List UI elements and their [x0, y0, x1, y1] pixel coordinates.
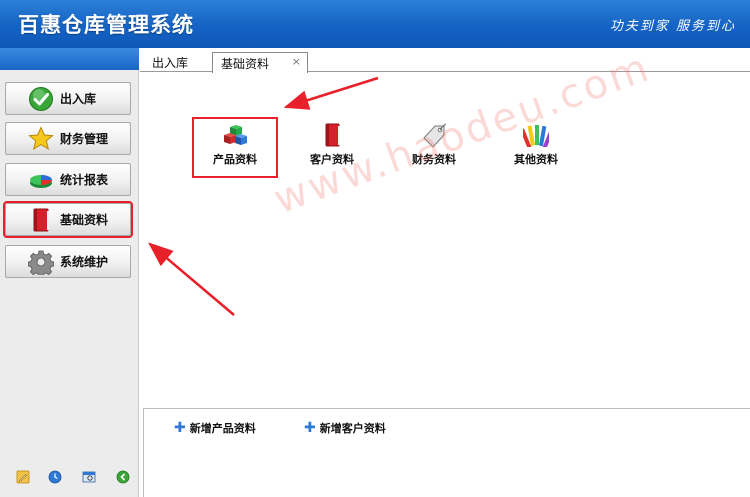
header-slogan: 功夫到家 服务到心 — [609, 19, 736, 34]
edit-icon[interactable] — [16, 470, 30, 484]
sidebar-item-label: 基础资料 — [60, 213, 109, 227]
tab-label: 出入库 — [152, 55, 189, 70]
tab-basic-data[interactable]: 基础资料 × — [212, 52, 308, 73]
module-other-data[interactable]: 其他资料 — [498, 123, 574, 173]
module-finance-data[interactable]: 财务资料 — [396, 123, 472, 173]
quick-action-label: 新增客户资料 — [319, 422, 386, 435]
sidebar-item-label: 系统维护 — [60, 255, 109, 269]
module-product-data[interactable]: 产品资料 — [192, 117, 278, 178]
sidebar-item-system[interactable]: 系统维护 — [5, 245, 131, 278]
sidebar-item-label: 财务管理 — [60, 132, 109, 146]
cubes-icon — [224, 125, 247, 145]
sidebar-bottom-toolbar — [0, 470, 139, 490]
sidebar-item-basic-data[interactable]: 基础资料 — [3, 201, 133, 238]
module-label: 产品资料 — [213, 153, 257, 166]
red-book-icon — [325, 123, 340, 147]
sidebar-header-bar — [0, 48, 139, 70]
quick-action-label: 新增产品资料 — [189, 422, 256, 435]
tab-bar: 出入库 基础资料 × — [140, 48, 750, 73]
sidebar-item-inout[interactable]: 出入库 — [5, 82, 131, 115]
color-palette-icon — [523, 125, 549, 147]
add-product-button[interactable]: ✚ 新增产品资料 — [174, 420, 256, 436]
pie-chart-icon — [30, 174, 52, 188]
module-label: 其他资料 — [514, 153, 558, 166]
tab-close-icon[interactable]: × — [292, 55, 301, 68]
tab-inout[interactable]: 出入库 — [152, 52, 188, 72]
sidebar-item-finance[interactable]: 财务管理 — [5, 122, 131, 155]
tab-label: 基础资料 — [221, 56, 270, 71]
module-label: 财务资料 — [412, 153, 456, 166]
plus-icon: ✚ — [304, 420, 316, 436]
main-content: 产品资料 客户资料 财务资料 其他资料 — [140, 73, 750, 407]
plus-icon: ✚ — [174, 420, 186, 436]
add-customer-button[interactable]: ✚ 新增客户资料 — [304, 420, 386, 436]
quick-actions-panel: ✚ 新增产品资料 ✚ 新增客户资料 — [143, 408, 750, 497]
module-customer-data[interactable]: 客户资料 — [294, 123, 370, 173]
sidebar-item-label: 出入库 — [60, 92, 97, 106]
sidebar-item-reports[interactable]: 统计报表 — [5, 163, 131, 196]
module-label: 客户资料 — [310, 153, 354, 166]
exit-icon[interactable] — [116, 470, 130, 484]
sidebar: 出入库 财务管理 统计报表 基础资料 系统维护 — [0, 48, 139, 497]
window-icon[interactable] — [82, 470, 96, 484]
app-window: 百惠仓库管理系统 功夫到家 服务到心 出入库 财务管理 统计报表 基础资料 系统… — [0, 0, 750, 497]
header-bar: 百惠仓库管理系统 功夫到家 服务到心 — [0, 0, 750, 48]
red-book-icon — [33, 208, 49, 231]
app-title: 百惠仓库管理系统 — [18, 13, 194, 37]
clock-icon[interactable] — [48, 470, 62, 484]
sidebar-item-label: 统计报表 — [60, 173, 109, 187]
gear-icon — [28, 250, 54, 275]
price-tag-icon — [423, 123, 447, 147]
star-icon — [28, 125, 54, 150]
check-icon — [29, 86, 53, 111]
